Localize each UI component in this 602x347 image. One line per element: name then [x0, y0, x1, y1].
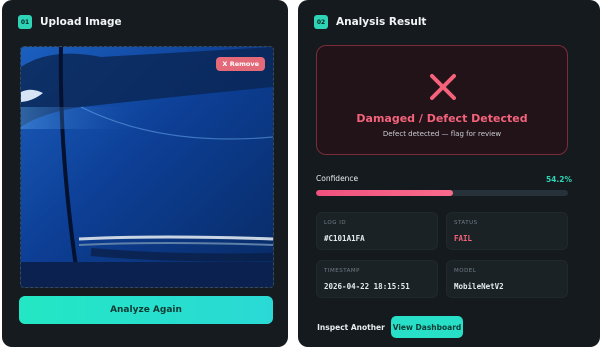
analysis-title: Analysis Result [336, 16, 427, 28]
status-tile: STATUS FAIL [446, 212, 568, 250]
analysis-panel: 02 Analysis Result Damaged / Defect Dete… [298, 0, 600, 347]
step-badge-01: 01 [18, 15, 32, 29]
status-label: STATUS [454, 220, 478, 226]
confidence-value: 54.2% [545, 175, 572, 184]
model-value: MobileNetV2 [454, 282, 504, 291]
analyze-again-button[interactable]: Analyze Again [19, 296, 273, 324]
confidence-bar-fill [316, 190, 453, 196]
confidence-label: Confidence [316, 174, 359, 183]
status-value: FAIL [454, 234, 473, 243]
inspect-another-button[interactable]: Inspect Another [316, 316, 386, 338]
timestamp-label: TIMESTAMP [324, 268, 360, 274]
remove-image-button[interactable]: X Remove [216, 57, 265, 71]
model-label: MODEL [454, 268, 477, 274]
result-card: Damaged / Defect Detected Defect detecte… [316, 45, 568, 155]
x-icon [430, 74, 456, 100]
upload-header: 01 Upload Image [18, 15, 122, 29]
uploaded-image-preview[interactable]: X Remove [20, 46, 274, 288]
analysis-header: 02 Analysis Result [314, 15, 426, 29]
step-badge-02: 02 [314, 15, 328, 29]
upload-panel: 01 Upload Image X Remove Analyze Again [2, 0, 288, 347]
upload-title: Upload Image [40, 16, 122, 28]
log-id-label: LOG ID [324, 220, 347, 226]
log-id-value: #C101A1FA [324, 234, 365, 243]
verdict-subtitle: Defect detected — flag for review [382, 130, 502, 138]
car-door-image [21, 47, 273, 287]
timestamp-tile: TIMESTAMP 2026-04-22 18:15:51 [316, 260, 438, 298]
verdict-title: Damaged / Defect Detected [356, 112, 528, 125]
log-id-tile: LOG ID #C101A1FA [316, 212, 438, 250]
model-tile: MODEL MobileNetV2 [446, 260, 568, 298]
confidence-bar [316, 190, 568, 196]
view-dashboard-button[interactable]: View Dashboard [391, 316, 463, 338]
timestamp-value: 2026-04-22 18:15:51 [324, 282, 410, 291]
